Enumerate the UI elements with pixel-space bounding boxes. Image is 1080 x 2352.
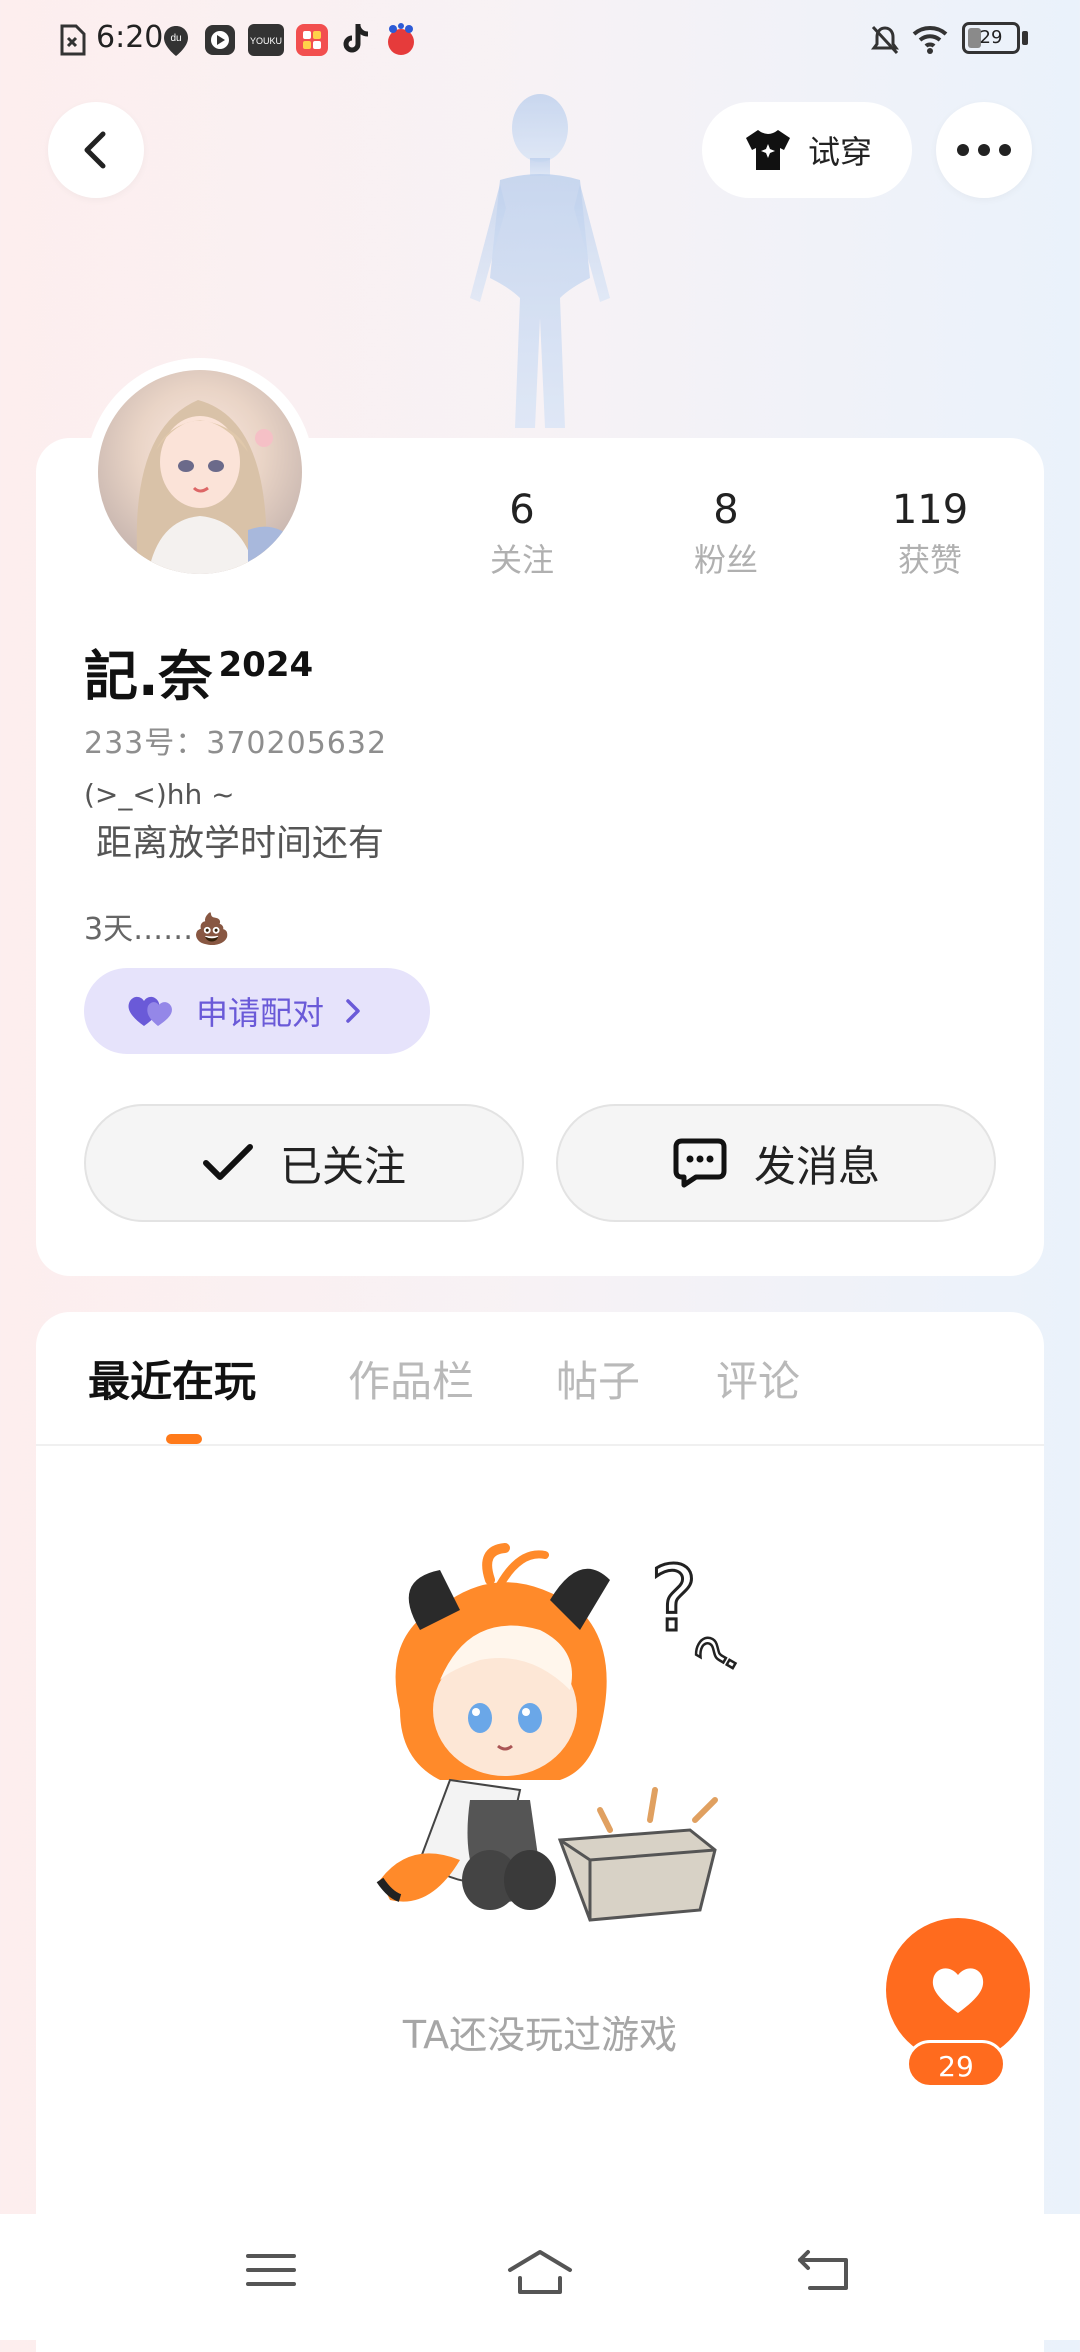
request-pair-label: 申请配对 [196,994,325,1032]
like-count: 29 [906,2040,1006,2088]
heart-icon [932,1968,984,2013]
username: 記.奈 2024 [84,632,313,711]
tab-comments[interactable]: 评论 [716,1348,800,1409]
tiktok-icon [343,24,369,53]
play-icon [205,25,235,55]
following-label: 关注 [489,541,554,579]
hologram-figure [470,94,610,428]
question-mark-small: ? [683,1626,754,1684]
double-heart-icon [128,996,172,1026]
youku-icon: YOUKU [248,24,284,56]
mute-bell-icon [871,25,899,55]
chat-bubble-icon [673,1138,727,1188]
sim-icon [60,24,86,56]
following-count: 6 [509,487,535,533]
tab-divider [36,1444,1044,1446]
stat-following[interactable]: 6 关注 [462,486,582,582]
status-bar: 6:20 du YOUKU 29 [0,0,1080,90]
tshirt-icon [745,130,790,170]
username-suffix: 2024 [218,645,314,685]
send-message-label: 发消息 [753,1141,880,1191]
battery-level: 29 [979,27,1003,48]
username-text: 記.奈 [84,645,213,708]
try-on-button[interactable]: 试穿 [702,102,912,198]
tab-works[interactable]: 作品栏 [348,1348,474,1409]
user-id[interactable]: 233号：370205632 [84,718,387,762]
followers-count: 8 [713,487,739,533]
stat-likes[interactable]: 119 获赞 [870,486,990,582]
stat-followers[interactable]: 8 粉丝 [666,486,786,582]
back-nav-icon[interactable] [796,2248,852,2294]
baidu-icon [388,23,414,55]
battery-tip [1022,31,1028,45]
back-button[interactable] [48,102,144,198]
app-icon [296,24,328,56]
youku-label: YOUKU [250,36,282,46]
system-nav-bar [0,2214,1080,2340]
try-on-label: 试穿 [807,133,872,171]
followed-label: 已关注 [279,1141,406,1191]
more-button[interactable] [936,102,1032,198]
du-label: du [170,33,181,44]
avatar-illustration [136,400,294,574]
location-icon: du [164,26,188,56]
followers-label: 粉丝 [693,541,758,579]
send-message-button[interactable]: 发消息 [556,1104,996,1222]
status-time: 6:20 [96,20,164,55]
menu-icon[interactable] [244,2248,298,2292]
followed-button[interactable]: 已关注 [84,1104,524,1222]
chevron-right-icon [346,999,360,1023]
wifi-icon [912,26,948,54]
request-pair-button[interactable]: 申请配对 [84,968,430,1054]
tab-indicator [166,1434,202,1444]
likes-received-label: 获赞 [897,541,962,579]
tab-posts[interactable]: 帖子 [556,1348,640,1409]
more-dots-icon [957,144,1011,156]
likes-received-count: 119 [891,487,969,533]
home-icon[interactable] [506,2248,574,2296]
bio-line-1: (>_<)hh ~ [84,778,235,811]
bio-line-3: 3天……💩 [84,912,231,947]
bio-line-2: 距离放学时间还有 [96,823,385,864]
chevron-left-icon [84,131,106,169]
avatar-image [98,370,302,574]
check-icon [202,1144,253,1180]
question-mark-large: ? [650,1547,698,1652]
avatar[interactable] [86,358,314,586]
battery-icon: 29 [962,22,1020,54]
empty-state-illustration: ? ? [376,1543,756,1922]
tab-recently-played[interactable]: 最近在玩 [88,1348,256,1409]
